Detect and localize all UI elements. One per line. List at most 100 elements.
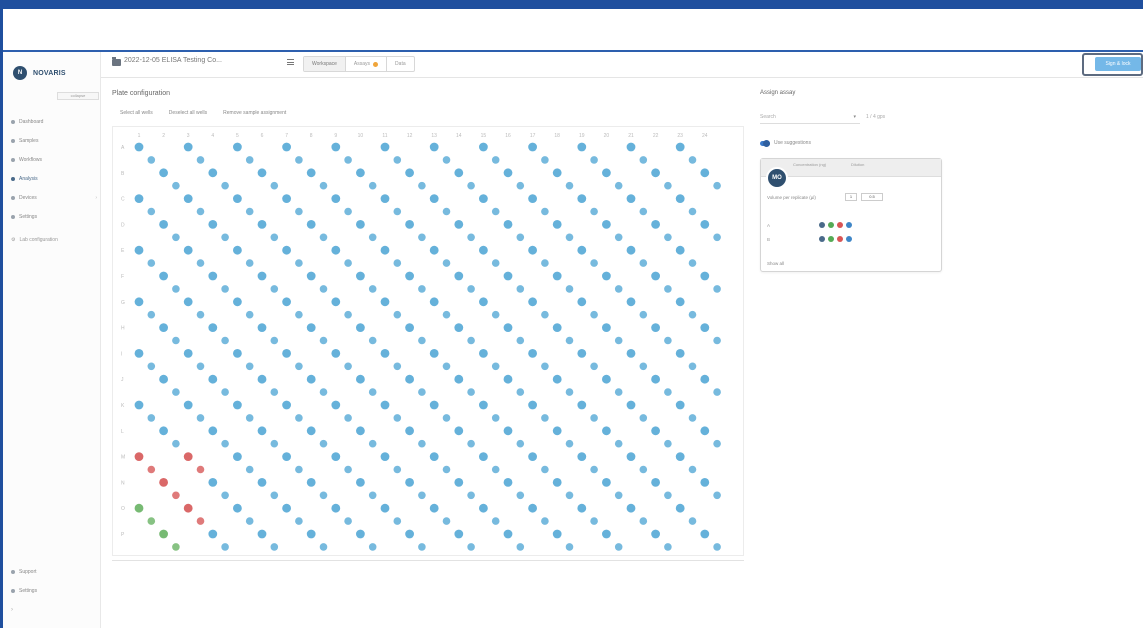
column-label[interactable]: 18 bbox=[554, 133, 560, 139]
plate-well[interactable] bbox=[295, 465, 303, 474]
plate-well[interactable] bbox=[134, 400, 144, 410]
plate-well[interactable] bbox=[208, 374, 218, 384]
plate-well[interactable] bbox=[134, 194, 144, 203]
plate-well[interactable] bbox=[503, 426, 513, 436]
plate-well[interactable] bbox=[257, 323, 267, 332]
plate-well[interactable] bbox=[516, 285, 525, 293]
plate-well[interactable] bbox=[172, 285, 180, 293]
plate-well[interactable] bbox=[172, 388, 180, 396]
plate-well[interactable] bbox=[664, 233, 672, 242]
plate-well[interactable] bbox=[565, 336, 574, 345]
plate-well[interactable] bbox=[467, 439, 475, 448]
plate-well[interactable] bbox=[233, 503, 242, 513]
plate-well[interactable] bbox=[295, 310, 303, 319]
plate-well[interactable] bbox=[675, 452, 685, 461]
plate-well[interactable] bbox=[368, 491, 377, 500]
plate-well[interactable] bbox=[541, 310, 549, 319]
plate-well[interactable] bbox=[233, 142, 242, 152]
plate-well[interactable] bbox=[183, 349, 193, 358]
plate-well[interactable] bbox=[442, 362, 451, 371]
plate-well[interactable] bbox=[368, 543, 377, 551]
color-swatch[interactable] bbox=[819, 222, 825, 228]
plate-well[interactable] bbox=[282, 349, 291, 358]
plate-well[interactable] bbox=[590, 465, 598, 474]
plate-well[interactable] bbox=[541, 259, 549, 267]
plate-well[interactable] bbox=[664, 491, 672, 500]
plate-well[interactable] bbox=[208, 323, 218, 332]
assay-select[interactable]: Search ▾ bbox=[760, 112, 860, 124]
plate-well[interactable] bbox=[380, 194, 390, 203]
plate-well[interactable] bbox=[639, 465, 648, 474]
plate-well[interactable] bbox=[664, 439, 672, 448]
menu-icon[interactable] bbox=[287, 59, 294, 65]
plate-well[interactable] bbox=[516, 181, 525, 190]
plate-well[interactable] bbox=[196, 207, 205, 216]
sidebar-item-analysis[interactable]: Analysis bbox=[11, 169, 97, 188]
plate-well[interactable] bbox=[245, 259, 254, 267]
card-tab-dilution[interactable]: Dilution bbox=[849, 161, 866, 175]
plate-well[interactable] bbox=[528, 400, 537, 410]
plate-well[interactable] bbox=[700, 478, 710, 487]
plate-well[interactable] bbox=[528, 245, 537, 255]
color-swatch[interactable] bbox=[819, 236, 825, 242]
plate-well[interactable] bbox=[418, 543, 426, 551]
plate-well[interactable] bbox=[590, 156, 598, 164]
plate-well[interactable] bbox=[675, 503, 685, 513]
plate-well[interactable] bbox=[233, 400, 242, 410]
plate-well[interactable] bbox=[626, 142, 636, 152]
sidebar-item-account-settings[interactable]: Settings bbox=[11, 581, 97, 600]
plate-well[interactable] bbox=[196, 414, 205, 422]
plate-well[interactable] bbox=[380, 349, 390, 358]
plate-well[interactable] bbox=[233, 245, 242, 255]
plate-well[interactable] bbox=[208, 529, 218, 539]
plate-well[interactable] bbox=[282, 452, 291, 461]
plate-well[interactable] bbox=[664, 388, 672, 396]
plate-well[interactable] bbox=[172, 439, 180, 448]
plate-well[interactable] bbox=[688, 414, 697, 422]
color-swatch[interactable] bbox=[846, 222, 852, 228]
plate-well[interactable] bbox=[713, 233, 721, 242]
sidebar-collapse-button[interactable]: collapse bbox=[57, 92, 99, 100]
plate-well[interactable] bbox=[479, 452, 488, 461]
row-label[interactable]: E bbox=[121, 248, 125, 254]
plate-well[interactable] bbox=[356, 220, 365, 229]
plate-well[interactable] bbox=[713, 439, 721, 448]
plate-well[interactable] bbox=[626, 400, 636, 410]
plate-well[interactable] bbox=[467, 491, 475, 500]
plate-well[interactable] bbox=[221, 388, 229, 396]
plate-well[interactable] bbox=[319, 388, 328, 396]
plate-well[interactable] bbox=[528, 503, 537, 513]
plate-well[interactable] bbox=[442, 259, 451, 267]
plate-well[interactable] bbox=[528, 194, 537, 203]
plate-well[interactable] bbox=[626, 297, 636, 307]
plate-well[interactable] bbox=[159, 426, 168, 436]
plate-well[interactable] bbox=[688, 156, 697, 164]
plate-well[interactable] bbox=[614, 336, 623, 345]
plate-well[interactable] bbox=[344, 465, 352, 474]
plate-well[interactable] bbox=[552, 323, 562, 332]
plate-well[interactable] bbox=[491, 362, 500, 371]
plate-well[interactable] bbox=[368, 181, 377, 190]
plate-well[interactable] bbox=[196, 465, 205, 474]
plate-well[interactable] bbox=[675, 194, 685, 203]
plate-well[interactable] bbox=[590, 310, 598, 319]
plate-well[interactable] bbox=[221, 233, 229, 242]
plate-well[interactable] bbox=[147, 517, 156, 525]
plate-well[interactable] bbox=[393, 362, 402, 371]
plate-well[interactable] bbox=[306, 529, 316, 539]
plate-well[interactable] bbox=[541, 362, 549, 371]
plate-well[interactable] bbox=[429, 400, 439, 410]
column-label[interactable]: 8 bbox=[310, 133, 313, 139]
plate-well[interactable] bbox=[651, 374, 660, 384]
sidebar-item-devices[interactable]: Devices › bbox=[11, 188, 97, 207]
column-label[interactable]: 15 bbox=[481, 133, 487, 139]
plate-well[interactable] bbox=[183, 400, 193, 410]
plate-well[interactable] bbox=[356, 374, 365, 384]
plate-well[interactable] bbox=[306, 271, 316, 281]
row-label[interactable]: G bbox=[121, 300, 125, 306]
plate-well[interactable] bbox=[614, 439, 623, 448]
plate-well[interactable] bbox=[221, 336, 229, 345]
plate-well[interactable] bbox=[405, 220, 414, 229]
plate-well[interactable] bbox=[454, 529, 464, 539]
plate-well[interactable] bbox=[344, 156, 352, 164]
